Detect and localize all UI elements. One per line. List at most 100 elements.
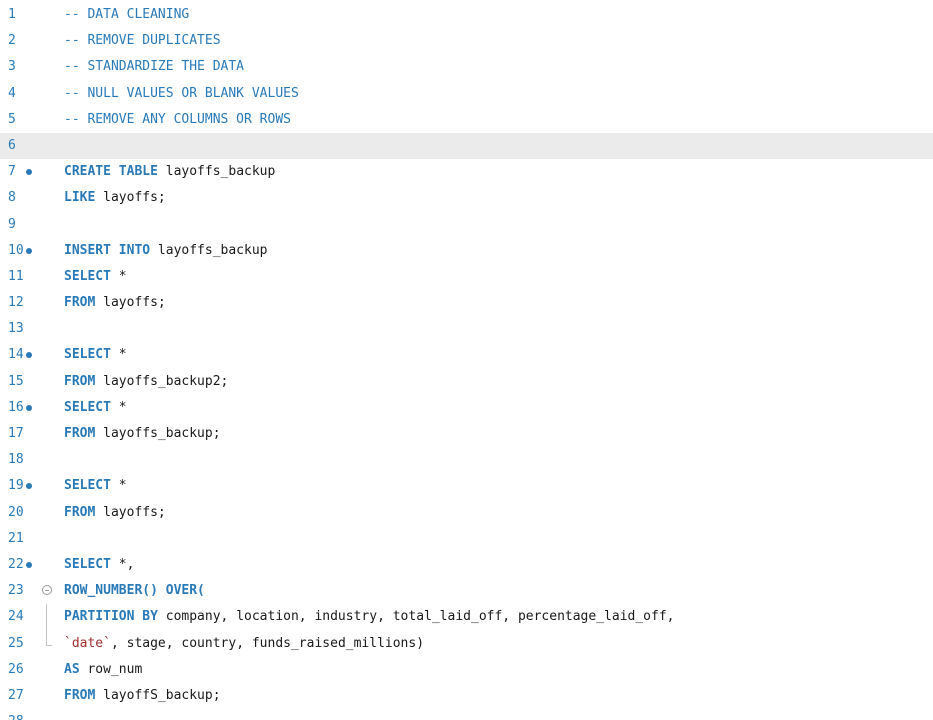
code-line[interactable]: 20 FROM layoffs; — [0, 500, 933, 526]
code-text: -- STANDARDIZE THE DATA — [64, 54, 244, 80]
gutter[interactable]: 3 — [0, 54, 60, 80]
code-line[interactable]: 4 -- NULL VALUES OR BLANK VALUES — [0, 81, 933, 107]
code-text: -- REMOVE DUPLICATES — [64, 28, 221, 54]
gutter[interactable]: 5 — [0, 107, 60, 133]
code-line[interactable]: 11 SELECT * — [0, 264, 933, 290]
gutter[interactable]: 21 — [0, 526, 60, 552]
code-line[interactable]: 18 — [0, 447, 933, 473]
gutter[interactable]: 14 — [0, 342, 60, 368]
comment-token: -- NULL VALUES OR BLANK VALUES — [64, 85, 299, 101]
code-line[interactable]: 9 — [0, 212, 933, 238]
keyword-token: FROM — [64, 373, 96, 389]
gutter[interactable]: 17 — [0, 421, 60, 447]
code-line[interactable]: 5 -- REMOVE ANY COLUMNS OR ROWS — [0, 107, 933, 133]
fold-collapse-icon[interactable] — [42, 585, 52, 596]
line-number: 2 — [8, 33, 16, 49]
gutter[interactable]: 18 — [0, 447, 60, 473]
gutter[interactable]: 27 — [0, 683, 60, 709]
code-line[interactable]: 15 FROM layoffs_backup2; — [0, 369, 933, 395]
statement-marker-icon[interactable] — [26, 404, 32, 411]
comment-token: -- REMOVE ANY COLUMNS OR ROWS — [64, 111, 291, 127]
line-number: 23 — [8, 583, 24, 599]
keyword-token: LIKE — [64, 190, 96, 206]
code-line[interactable]: 19 SELECT * — [0, 473, 933, 499]
code-line[interactable]: 13 — [0, 316, 933, 342]
code-text: FROM layoffs; — [64, 290, 166, 316]
comment-token: -- DATA CLEANING — [64, 7, 190, 22]
code-text: SELECT * — [64, 473, 127, 499]
code-text: AS row_num — [64, 657, 142, 683]
code-line[interactable]: 28 — [0, 709, 933, 720]
code-line[interactable]: 23 ROW_NUMBER() OVER( — [0, 578, 933, 604]
line-number: 8 — [8, 190, 16, 206]
gutter[interactable]: 19 — [0, 473, 60, 499]
code-line[interactable]: 1 -- DATA CLEANING — [0, 2, 933, 28]
keyword-token: SELECT — [64, 347, 111, 363]
ident-token: * — [110, 347, 127, 363]
code-line[interactable]: 2 -- REMOVE DUPLICATES — [0, 28, 933, 54]
line-number: 16 — [8, 399, 24, 415]
statement-marker-icon[interactable] — [26, 483, 32, 490]
code-line[interactable]: 17 FROM layoffs_backup; — [0, 421, 933, 447]
statement-marker-icon[interactable] — [26, 247, 32, 254]
code-line[interactable]: 25 `date`, stage, country, funds_raised_m… — [0, 630, 933, 657]
statement-marker-icon[interactable] — [26, 169, 32, 176]
line-number: 26 — [8, 661, 24, 677]
code-line[interactable]: 6 — [0, 132, 933, 160]
code-text: SELECT * — [64, 395, 127, 421]
gutter[interactable]: 6 — [0, 133, 60, 159]
gutter[interactable]: 2 — [0, 28, 60, 54]
ident-token: , stage, country, funds_raised_millions) — [110, 635, 425, 651]
keyword-token: FROM — [64, 295, 96, 311]
gutter[interactable]: 26 — [0, 657, 60, 683]
ident-token: layoffS_backup; — [95, 687, 221, 703]
code-line[interactable]: 27 FROM layoffS_backup; — [0, 683, 933, 709]
statement-marker-icon[interactable] — [26, 561, 32, 568]
gutter[interactable]: 23 — [0, 578, 60, 604]
gutter[interactable]: 1 — [0, 2, 60, 28]
code-text: FROM layoffs_backup; — [64, 421, 221, 447]
line-number: 1 — [8, 7, 16, 22]
code-line[interactable]: 3 -- STANDARDIZE THE DATA — [0, 54, 933, 80]
code-line[interactable]: 7 CREATE TABLE layoffs_backup — [0, 159, 933, 185]
gutter[interactable]: 8 — [0, 185, 60, 211]
sql-editor[interactable]: 1 -- DATA CLEANING 2 -- REMOVE DUPLICATES 3 -… — [0, 0, 933, 720]
line-number: 19 — [8, 478, 24, 494]
code-text: LIKE layoffs; — [64, 185, 166, 211]
code-line[interactable]: 22 SELECT *, — [0, 552, 933, 578]
gutter[interactable]: 10 — [0, 238, 60, 264]
code-line[interactable]: 16 SELECT * — [0, 395, 933, 421]
keyword-token: SELECT — [64, 478, 111, 494]
ident-token: *, — [110, 556, 135, 572]
code-text: INSERT INTO layoffs_backup — [64, 238, 268, 264]
code-line[interactable]: 8 LIKE layoffs; — [0, 185, 933, 211]
gutter[interactable]: 24 — [0, 604, 60, 631]
gutter[interactable]: 11 — [0, 264, 60, 290]
gutter[interactable]: 25 — [0, 630, 60, 657]
code-line[interactable]: 14 SELECT * — [0, 342, 933, 368]
ident-token: * — [110, 478, 127, 494]
ident-token: layoffs; — [95, 295, 166, 311]
gutter[interactable]: 4 — [0, 81, 60, 107]
gutter[interactable]: 13 — [0, 316, 60, 342]
gutter[interactable]: 28 — [0, 709, 60, 720]
gutter[interactable]: 15 — [0, 369, 60, 395]
gutter[interactable]: 16 — [0, 395, 60, 421]
gutter[interactable]: 9 — [0, 212, 60, 238]
code-text: FROM layoffs; — [64, 500, 166, 526]
statement-marker-icon[interactable] — [26, 352, 32, 359]
ident-token: row_num — [79, 661, 143, 677]
line-number: 11 — [8, 268, 24, 284]
gutter[interactable]: 12 — [0, 290, 60, 316]
line-number: 6 — [8, 137, 16, 153]
line-number: 5 — [8, 111, 16, 127]
code-line[interactable]: 12 FROM layoffs; — [0, 290, 933, 316]
code-line[interactable]: 10 INSERT INTO layoffs_backup — [0, 238, 933, 264]
gutter[interactable]: 20 — [0, 500, 60, 526]
keyword-token: SELECT — [64, 556, 111, 572]
gutter[interactable]: 7 — [0, 159, 60, 185]
code-line[interactable]: 26 AS row_num — [0, 657, 933, 683]
code-line[interactable]: 21 — [0, 526, 933, 552]
code-line[interactable]: 24 PARTITION BY company, location, indust… — [0, 604, 933, 631]
gutter[interactable]: 22 — [0, 552, 60, 578]
